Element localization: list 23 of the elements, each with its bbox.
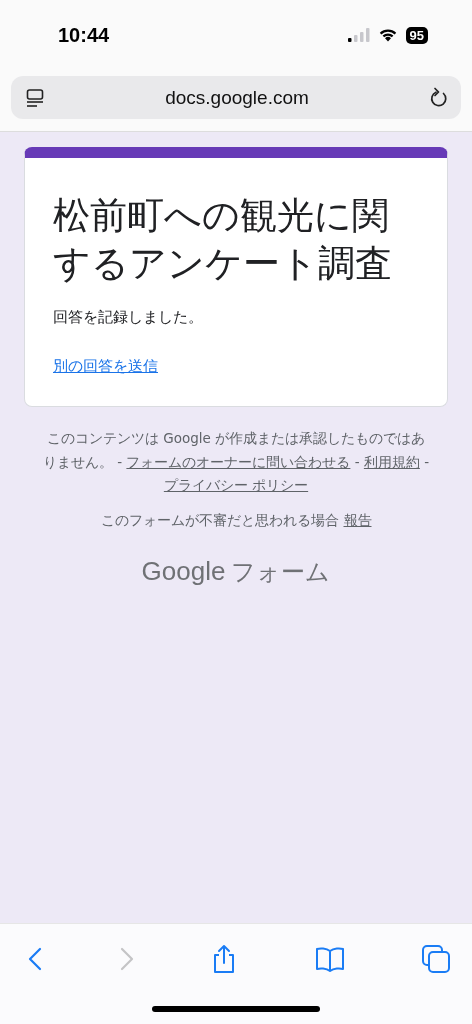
tabs-icon[interactable] (422, 945, 450, 973)
book-icon[interactable] (314, 946, 345, 972)
url-text[interactable]: docs.google.com (165, 86, 309, 109)
wifi-icon (377, 28, 398, 42)
signal-icon (347, 28, 370, 42)
footer-link[interactable]: プライバシー ポリシー (163, 477, 309, 494)
form-title: 松前町への観光に関するアンケート調査 (53, 193, 393, 288)
reader-icon[interactable] (25, 87, 45, 108)
footer-link[interactable]: 利用規約 (363, 453, 420, 470)
status-time: 10:44 (58, 23, 110, 47)
share-icon[interactable] (211, 944, 237, 974)
back-icon[interactable] (28, 947, 42, 971)
submit-another-link[interactable]: 別の回答を送信 (53, 357, 158, 377)
disclaimer-text: このコンテンツは Google が作成または承認したものではありません。 - フォームのオーナーに問い合わせる - 利用規約 - プライバシー ポリシー (41, 429, 431, 496)
report-link[interactable]: 報告 (343, 512, 372, 531)
google-logo-text: Google (141, 556, 226, 588)
battery-level: 95 (405, 26, 428, 44)
forms-logo-text: フォーム (231, 557, 331, 589)
reload-icon[interactable] (429, 86, 449, 109)
confirmation-message: 回答を記録しました。 (53, 308, 203, 328)
address-bar[interactable]: docs.google.com (11, 76, 461, 119)
footer-link[interactable]: フォームのオーナーに問い合わせる (126, 453, 351, 470)
report-text: このフォームが不審だと思われる場合 (100, 512, 339, 531)
